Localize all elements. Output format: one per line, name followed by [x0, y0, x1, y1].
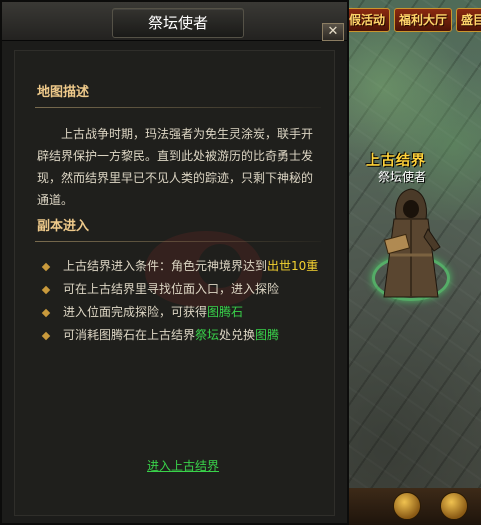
bottom-item-icon[interactable] — [440, 492, 468, 520]
dialog-titlebar[interactable]: 祭坛使者 ✕ — [2, 2, 347, 41]
top-activity-menu: 假活动 福利大厅 盛目 — [344, 8, 481, 32]
totem-link[interactable]: 图腾 — [255, 328, 279, 342]
altar-envoy-npc[interactable] — [376, 185, 446, 305]
exchange-text: 可消耗图腾石在上古结界 — [63, 328, 196, 342]
requirement-text: 上古结界进入条件：角色元神境界达到 — [63, 259, 268, 273]
totem-stone-link[interactable]: 图腾石 — [207, 305, 243, 319]
diamond-bullet-icon — [41, 285, 51, 295]
npc-dialog-window: 祭坛使者 ✕ 地图描述 上古战争时期，玛法强者为免生灵涂炭，联手开辟结界保护一方… — [0, 0, 349, 525]
welfare-hall-button[interactable]: 福利大厅 — [394, 8, 453, 32]
close-button[interactable]: ✕ — [322, 23, 344, 41]
explore-text: 可在上古结界里寻找位面入口，进入探险 — [63, 282, 280, 296]
instance-entry-heading: 副本进入 — [37, 219, 90, 234]
dialog-content-panel: 地图描述 上古战争时期，玛法强者为免生灵涂炭，联手开辟结界保护一方黎民。直到此处… — [14, 50, 335, 516]
realm-requirement-highlight: 出世10重 — [267, 259, 319, 273]
exchange-text-2: 处兑换 — [219, 328, 256, 342]
bottom-skill-icon[interactable] — [393, 492, 421, 520]
list-item: 上古结界进入条件：角色元神境界达到出世10重 — [39, 255, 329, 278]
map-description-divider — [35, 107, 321, 108]
map-description-heading: 地图描述 — [37, 85, 90, 100]
diamond-bullet-icon — [41, 262, 51, 272]
dialog-title: 祭坛使者 — [112, 8, 244, 38]
diamond-bullet-icon — [41, 331, 51, 341]
altar-link[interactable]: 祭坛 — [195, 328, 219, 342]
diamond-bullet-icon — [41, 308, 51, 318]
instance-entry-divider — [35, 241, 321, 242]
instance-requirements-list: 上古结界进入条件：角色元神境界达到出世10重 可在上古结界里寻找位面入口，进入探… — [39, 255, 329, 347]
top-menu-button-3[interactable]: 盛目 — [456, 8, 481, 32]
activity-menu-button[interactable]: 假活动 — [344, 8, 391, 32]
enter-ancient-barrier-link[interactable]: 进入上古结界 — [147, 457, 219, 474]
list-item: 可在上古结界里寻找位面入口，进入探险 — [39, 278, 329, 301]
list-item: 可消耗图腾石在上古结界祭坛处兑换图腾 — [39, 324, 329, 347]
map-description-text: 上古战争时期，玛法强者为免生灵涂炭，联手开辟结界保护一方黎民。直到此处被游历的比… — [37, 127, 314, 207]
list-item: 进入位面完成探险，可获得图腾石 — [39, 301, 329, 324]
npc-title: 祭坛使者 — [378, 170, 427, 184]
reward-text: 进入位面完成探险，可获得 — [63, 305, 208, 319]
npc-area-name: 上古结界 — [366, 153, 426, 169]
